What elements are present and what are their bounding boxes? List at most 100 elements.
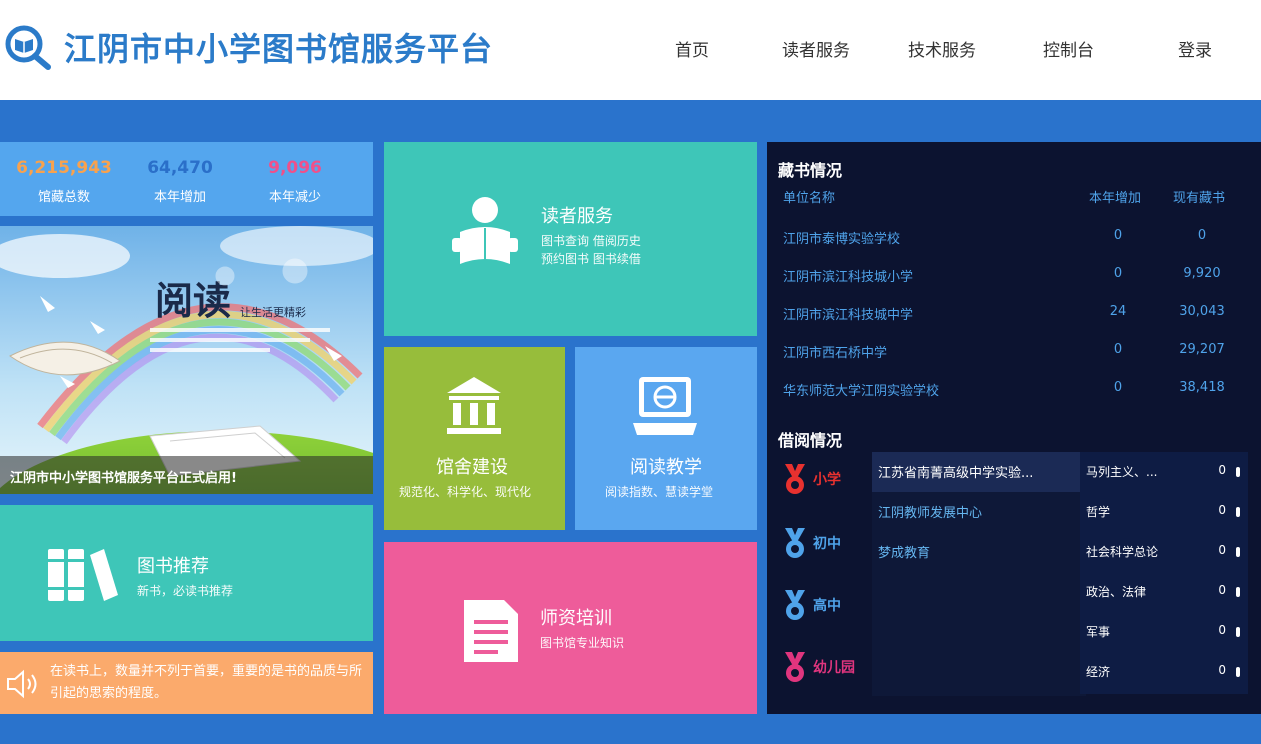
building-icon [447, 377, 501, 434]
tile-reading-teaching[interactable]: 阅读教学 阅读指数、慧读学堂 [575, 347, 757, 530]
unit-name[interactable]: 江阴市西石桥中学 [783, 342, 887, 361]
level-junior-label: 初中 [813, 536, 841, 552]
banner-carousel[interactable]: 阅读 让生活更精彩 江阴市中小学图书馆服务平台正式启用! [0, 226, 373, 494]
list-item: 社会科学总论 0 [1080, 532, 1248, 572]
unit-name[interactable]: 江阴市泰博实验学校 [783, 228, 900, 247]
nav-tech-service[interactable]: 技术服务 [908, 36, 976, 61]
medal-icon [785, 652, 805, 682]
level-senior[interactable]: 高中 [783, 588, 883, 622]
tile-reading-teaching-title: 阅读教学 [630, 457, 702, 478]
nav-login[interactable]: 登录 [1178, 36, 1212, 61]
header: 江阴市中小学图书馆服务平台 首页 读者服务 技术服务 控制台 登录 [0, 0, 1261, 100]
col-unit-name: 单位名称 [783, 191, 836, 206]
level-kindergarten[interactable]: 幼儿园 [783, 650, 883, 684]
list-item[interactable]: 江阴教师发展中心 [872, 492, 1086, 530]
unit-name[interactable]: 江阴市滨江科技城中学 [783, 304, 913, 323]
list-item: 哲学 0 [1080, 492, 1248, 532]
unit-total: 38,418 [1179, 380, 1225, 395]
list-item[interactable]: 江苏省南菁高级中学实验... [872, 452, 1086, 492]
tile-book-recommend-sub: 新书，必读书推荐 [137, 584, 234, 598]
main-nav: 首页 读者服务 技术服务 控制台 登录 [0, 36, 1261, 61]
category-name: 军事 [1086, 625, 1111, 639]
list-item: 马列主义、... 0 [1080, 452, 1248, 492]
col-total: 现有藏书 [1173, 191, 1226, 206]
nav-reader-service[interactable]: 读者服务 [782, 36, 850, 61]
collection-title: 藏书情况 [778, 161, 843, 180]
quote-text: 在读书上，数量并不列于首要，重要的是书的品质与所引起的思索的程度。 [50, 664, 363, 701]
reader-icon [452, 197, 518, 264]
stat-total-label: 馆藏总数 [37, 190, 90, 205]
list-item: 军事 0 [1080, 612, 1248, 652]
tile-reader-service-sub1: 图书查询 借阅历史 [541, 234, 641, 248]
level-primary-label: 小学 [813, 472, 841, 488]
stat-removed-label: 本年减少 [268, 190, 321, 205]
tile-reading-teaching-sub: 阅读指数、慧读学堂 [605, 485, 714, 499]
table-row: 华东师范大学江阴实验学校 0 38,418 [767, 370, 1261, 408]
banner-art-subtitle: 让生活更精彩 [240, 305, 306, 319]
unit-added: 0 [1113, 266, 1123, 281]
tile-reader-service-sub2: 预约图书 图书续借 [541, 252, 641, 266]
unit-added: 24 [1109, 304, 1127, 319]
school-list: 江苏省南菁高级中学实验... 江阴教师发展中心 梦成教育 [872, 452, 1086, 696]
table-row: 江阴市西石桥中学 0 29,207 [767, 332, 1261, 370]
tile-book-recommend[interactable]: 图书推荐 新书，必读书推荐 [0, 505, 373, 641]
level-junior[interactable]: 初中 [783, 526, 883, 560]
stat-added: 64,470 本年增加 [118, 158, 242, 205]
category-bar [1236, 667, 1240, 677]
tile-reader-service[interactable]: 读者服务 图书查询 借阅历史 预约图书 图书续借 [384, 142, 757, 336]
medal-icon [785, 590, 805, 620]
school-name: 江阴教师发展中心 [878, 506, 983, 521]
school-name: 江苏省南菁高级中学实验... [878, 466, 1034, 481]
laptop-ie-icon [633, 377, 697, 435]
unit-name[interactable]: 华东师范大学江阴实验学校 [783, 380, 939, 399]
unit-total: 29,207 [1179, 342, 1225, 357]
category-name: 经济 [1086, 665, 1111, 679]
tile-reader-service-title: 读者服务 [541, 206, 613, 227]
level-kindergarten-label: 幼儿园 [813, 660, 855, 676]
banner-caption-bar: 江阴市中小学图书馆服务平台正式启用! [0, 456, 373, 494]
category-name: 哲学 [1086, 505, 1111, 519]
category-bar [1236, 627, 1240, 637]
category-value: 0 [1218, 663, 1226, 677]
category-value: 0 [1218, 623, 1226, 637]
tile-teacher-training-sub: 图书馆专业知识 [540, 636, 625, 650]
school-name: 梦成教育 [878, 546, 931, 561]
category-value: 0 [1218, 463, 1226, 477]
books-icon [48, 549, 118, 601]
stat-removed: 9,096 本年减少 [233, 158, 357, 205]
stats-panel: 藏书情况 单位名称 本年增加 现有藏书 江阴市泰博实验学校 0 0 江阴市滨江科… [767, 142, 1261, 714]
banner-art-title: 阅读 [155, 278, 231, 323]
banner-image: 阅读 让生活更精彩 [0, 226, 373, 494]
collection-stats: 6,215,943 馆藏总数 64,470 本年增加 9,096 本年减少 [0, 142, 373, 216]
list-item[interactable]: 梦成教育 [872, 532, 1086, 570]
stat-total: 6,215,943 馆藏总数 [2, 158, 126, 205]
tile-teacher-training-title: 师资培训 [540, 608, 612, 629]
stat-added-value: 64,470 [147, 158, 213, 178]
col-added: 本年增加 [1089, 191, 1142, 206]
borrow-title: 借阅情况 [778, 431, 843, 450]
unit-added: 0 [1113, 228, 1123, 243]
tile-teacher-training[interactable]: 师资培训 图书馆专业知识 [384, 542, 757, 714]
unit-total: 30,043 [1179, 304, 1225, 319]
table-row: 江阴市滨江科技城小学 0 9,920 [767, 256, 1261, 294]
tile-library-building[interactable]: 馆舍建设 规范化、科学化、现代化 [384, 347, 565, 530]
list-item: 政治、法律 0 [1080, 572, 1248, 612]
speaker-icon [7, 669, 37, 699]
banner-caption[interactable]: 江阴市中小学图书馆服务平台正式启用! [10, 467, 237, 486]
nav-console[interactable]: 控制台 [1043, 36, 1094, 61]
document-icon [464, 600, 518, 662]
nav-home[interactable]: 首页 [675, 36, 709, 61]
unit-total: 9,920 [1183, 266, 1221, 281]
level-primary[interactable]: 小学 [783, 462, 883, 496]
category-value: 0 [1218, 503, 1226, 517]
category-list: 马列主义、... 0 哲学 0 社会科学总论 0 政治、法律 0 军事 0 经济… [1080, 452, 1248, 694]
category-bar [1236, 587, 1240, 597]
unit-added: 0 [1113, 342, 1123, 357]
medal-icon [785, 528, 805, 558]
stat-added-label: 本年增加 [153, 190, 206, 205]
table-row: 江阴市泰博实验学校 0 0 [767, 218, 1261, 256]
unit-name[interactable]: 江阴市滨江科技城小学 [783, 266, 913, 285]
category-bar [1236, 547, 1240, 557]
category-value: 0 [1218, 583, 1226, 597]
category-name: 社会科学总论 [1086, 545, 1159, 559]
